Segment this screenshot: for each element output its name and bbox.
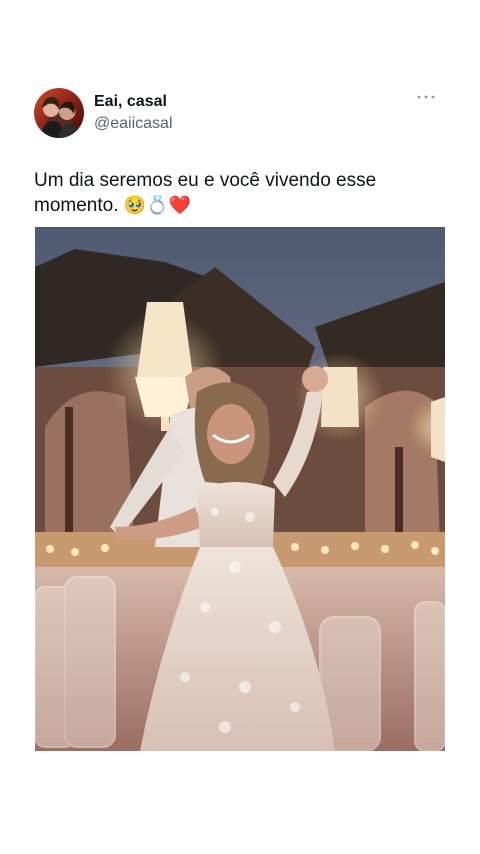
post-header: Eai, casal @eaiicasal [34,88,446,140]
more-horizontal-icon[interactable] [416,90,436,104]
wedding-photo-illustration [35,227,445,751]
post-photo[interactable] [35,227,445,751]
user-handle[interactable]: @eaiicasal [94,115,173,133]
post-emojis: 🥹💍❤️ [123,195,192,216]
user-avatar[interactable] [34,88,84,138]
post-text-line-1: Um dia seremos eu e você vivendo esse [34,170,377,191]
post-text-line-2-text: momento. [34,195,119,216]
display-name[interactable]: Eai, casal [94,93,167,111]
post-text-line-2: momento. 🥹💍❤️ [34,193,446,218]
post-text: Um dia seremos eu e você vivendo esse mo… [34,168,446,218]
